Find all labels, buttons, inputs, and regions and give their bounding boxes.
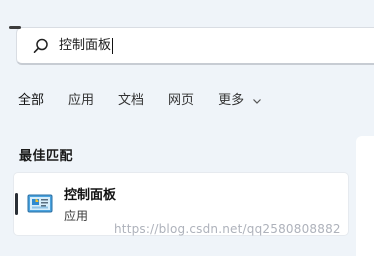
filter-tabs: 全部 应用 文档 网页 更多	[18, 91, 286, 115]
result-type: 应用	[64, 209, 89, 223]
tab-label: 全部	[18, 93, 45, 108]
control-panel-icon	[27, 194, 53, 213]
result-title: 控制面板	[64, 188, 117, 203]
preview-panel	[356, 136, 374, 256]
search-input[interactable]: 控制面板	[59, 35, 114, 57]
search-icon	[33, 38, 48, 53]
tab-documents[interactable]: 文档	[118, 91, 144, 115]
tab-more[interactable]: 更多	[218, 91, 262, 115]
tab-label: 网页	[168, 93, 195, 108]
selection-accent-bar	[15, 193, 18, 215]
watermark: https://blog.csdn.net/qq2580808882	[114, 222, 341, 236]
search-box[interactable]: 控制面板	[16, 27, 374, 65]
tab-label: 更多	[218, 93, 245, 108]
tab-all[interactable]: 全部	[18, 91, 44, 115]
section-title: 最佳匹配	[19, 149, 74, 164]
tab-web[interactable]: 网页	[168, 91, 194, 115]
tab-label: 应用	[68, 93, 95, 108]
search-query-text: 控制面板	[59, 38, 112, 53]
active-tab-indicator	[9, 26, 21, 29]
text-caret	[112, 38, 114, 54]
tab-label: 文档	[118, 93, 145, 108]
chevron-down-icon	[253, 98, 262, 104]
tab-apps[interactable]: 应用	[68, 91, 94, 115]
